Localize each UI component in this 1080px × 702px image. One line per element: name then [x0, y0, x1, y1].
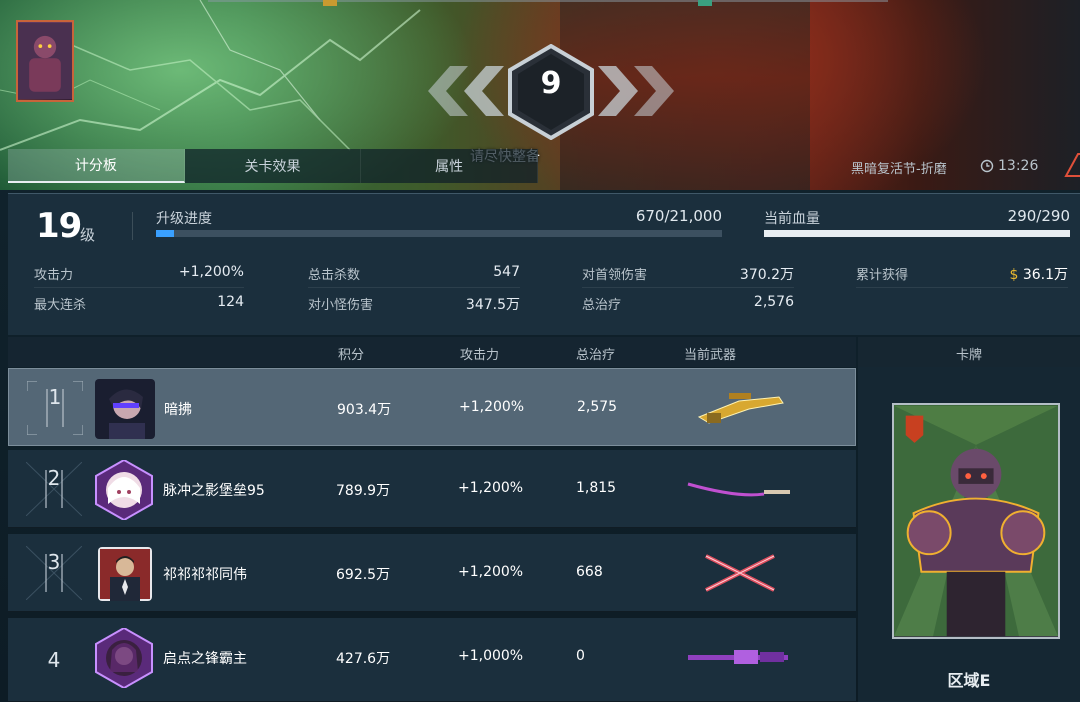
countdown-badge: 9: [506, 43, 596, 141]
katana-icon: [687, 482, 790, 497]
stat-value-amount: 36.1万: [1022, 267, 1068, 283]
scoreboard-row[interactable]: 2 脉冲之影堡垒95 789.9万 +1,200% 1,815: [8, 450, 856, 528]
stat-label: 总治疗: [582, 298, 622, 313]
stat-value: 347.5万: [465, 297, 520, 313]
scoreboard-header: 积分 攻击力 总治疗 当前武器: [8, 337, 856, 367]
stat-attack: 攻击力 +1,200%: [34, 264, 244, 286]
divider: [308, 287, 520, 288]
rank-number: 3: [47, 550, 61, 574]
player-level: 19: [36, 206, 82, 246]
zone-label: 区域E: [947, 671, 991, 690]
tab-attributes[interactable]: 属性: [361, 149, 539, 183]
upgrade-progress-value: 670/21,000: [635, 207, 722, 225]
player-score: 903.4万: [337, 402, 392, 418]
avatar[interactable]: [94, 460, 154, 520]
player-score: 789.9万: [336, 483, 391, 499]
player-name: 祁祁祁祁同伟: [163, 567, 247, 583]
divider: [132, 212, 133, 240]
stat-total-heal: 总治疗 2,576: [582, 294, 794, 316]
hp-bar-fill: [764, 230, 1070, 237]
stat-boss-damage: 对首领伤害 370.2万: [582, 264, 794, 286]
crossed-blades-icon: [705, 554, 775, 592]
chevron-right-icon: [598, 66, 674, 116]
purple-rifle-icon: [688, 650, 788, 664]
scoreboard-row[interactable]: 3 祁祁祁祁同伟 692.5万 +1,200% 668: [8, 534, 856, 612]
upgrade-progress-label: 升级进度: [156, 211, 212, 227]
player-name: 脉冲之影堡垒95: [163, 483, 265, 499]
player-heal: 2,575: [577, 399, 618, 415]
player-attack: +1,000%: [458, 648, 524, 664]
match-timer: 13:26: [980, 158, 1038, 174]
warning-icon: [1064, 153, 1080, 177]
avatar[interactable]: [98, 547, 152, 601]
player-heal: 0: [576, 648, 585, 664]
upgrade-progress-bar: [156, 230, 722, 237]
player-name: 启点之锋霸主: [163, 651, 247, 667]
stat-value: $ 36.1万: [1009, 264, 1068, 284]
avatar[interactable]: [94, 628, 154, 688]
scoreboard-row[interactable]: 1 暗拂 903.4万 +1,200% 2,575: [8, 368, 856, 446]
rank-number: 2: [47, 466, 61, 490]
coin-icon: $: [1009, 267, 1019, 283]
chevron-left-icon: [428, 66, 504, 116]
player-score: 427.6万: [336, 651, 391, 667]
player-attack: +1,200%: [458, 480, 524, 496]
stat-minion-damage: 对小怪伤害 347.5万: [308, 294, 520, 316]
active-card-thumbnail[interactable]: [16, 20, 74, 102]
player-level-unit: 级: [80, 226, 96, 244]
divider: [582, 287, 794, 288]
player-name: 暗拂: [164, 402, 192, 418]
header-heal: 总治疗: [576, 348, 616, 363]
event-name: 黑暗复活节-折磨: [851, 162, 947, 177]
stat-label: 攻击力: [34, 268, 74, 283]
header-score: 积分: [338, 348, 365, 363]
stat-label: 累计获得: [856, 268, 909, 283]
stat-label: 最大连杀: [34, 298, 87, 313]
hp-value: 290/290: [1007, 207, 1070, 225]
scoreboard: 积分 攻击力 总治疗 当前武器 1 暗拂 903.4万 +1,200% 2,57…: [8, 337, 856, 702]
scoreboard-row[interactable]: 4 启点之锋霸主 427.6万 +1,000% 0: [8, 618, 856, 702]
stat-value: 2,576: [753, 294, 794, 310]
divider: [856, 287, 1068, 288]
rank-number: 1: [48, 385, 62, 409]
player-stats-panel: 19 级 升级进度 670/21,000 当前血量 290/290 攻击力 +1…: [8, 193, 1080, 335]
stat-value: 547: [493, 264, 520, 280]
stat-label: 总击杀数: [308, 268, 361, 283]
player-score: 692.5万: [336, 567, 391, 583]
stat-total-earned: 累计获得 $ 36.1万: [856, 264, 1068, 286]
player-attack: +1,200%: [458, 564, 524, 580]
clock-icon: [980, 159, 994, 173]
player-heal: 668: [576, 564, 603, 580]
hp-label: 当前血量: [764, 211, 820, 227]
hp-bar: [764, 230, 1070, 237]
stat-label: 对首领伤害: [582, 268, 648, 283]
equipped-card[interactable]: [892, 403, 1060, 639]
tab-stage-effects[interactable]: 关卡效果: [184, 149, 362, 183]
rank-number: 4: [47, 648, 61, 672]
gold-sniper-rifle-icon: [697, 393, 784, 424]
player-heal: 1,815: [576, 480, 617, 496]
top-status-bar: [208, 0, 888, 6]
avatar[interactable]: [95, 379, 155, 439]
player-attack: +1,200%: [459, 399, 525, 415]
stat-label: 对小怪伤害: [308, 298, 374, 313]
stat-value: +1,200%: [178, 264, 244, 280]
divider: [34, 287, 244, 288]
tab-bar: 计分板 关卡效果 属性: [8, 149, 539, 183]
stat-value: 124: [217, 294, 244, 310]
card-panel-header: 卡牌: [858, 337, 1080, 367]
countdown-number: 9: [540, 66, 562, 101]
tab-scoreboard[interactable]: 计分板: [8, 149, 185, 183]
stat-value: 370.2万: [739, 267, 794, 283]
timer-value: 13:26: [998, 158, 1039, 174]
upgrade-progress-fill: [156, 230, 175, 237]
header-weapon: 当前武器: [684, 348, 737, 363]
stat-max-streak: 最大连杀 124: [34, 294, 244, 316]
card-panel: 卡牌 区域E: [858, 337, 1080, 702]
header-attack: 攻击力: [460, 348, 500, 363]
stat-total-kills: 总击杀数 547: [308, 264, 520, 286]
